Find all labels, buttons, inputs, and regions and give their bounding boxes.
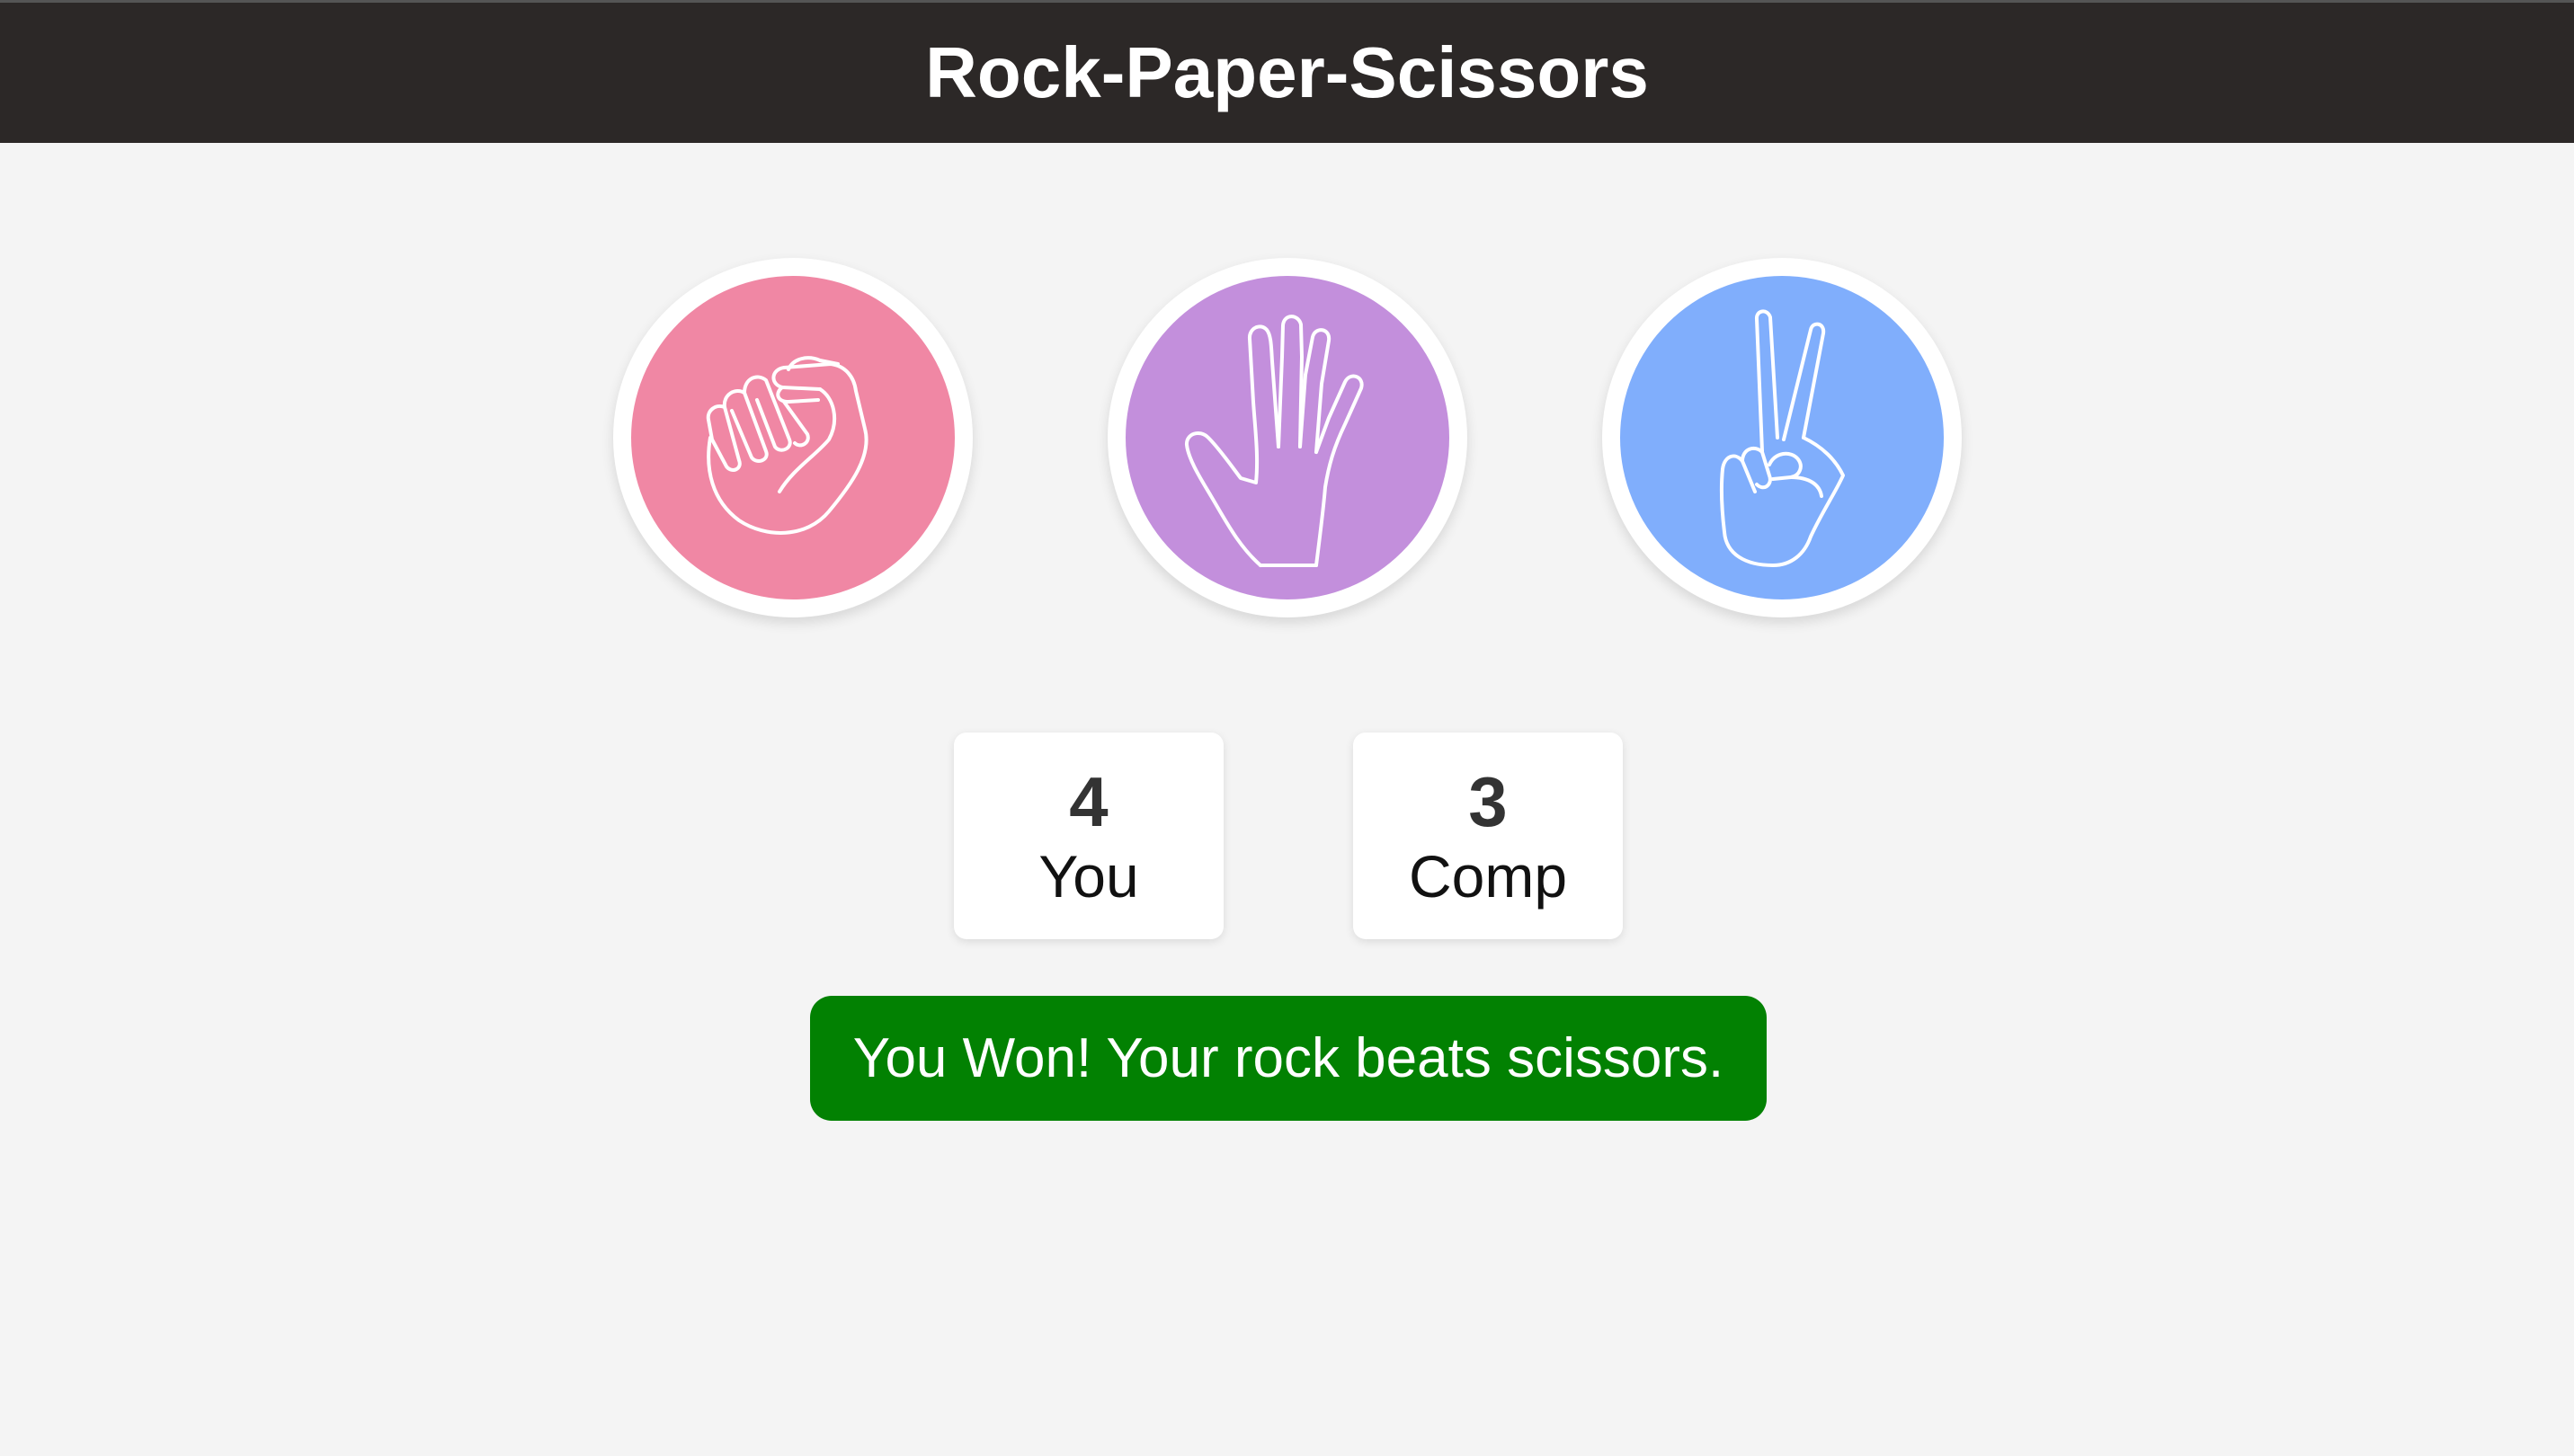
result-message: You Won! Your rock beats scissors. xyxy=(810,996,1767,1121)
peace-hand-icon xyxy=(1719,309,1845,567)
choices-row xyxy=(0,258,2574,617)
comp-score-value: 3 xyxy=(1468,762,1508,841)
page-title: Rock-Paper-Scissors xyxy=(925,32,1649,112)
user-score-card: 4 You xyxy=(954,732,1224,939)
scissors-button[interactable] xyxy=(1602,258,1962,617)
comp-score-label: Comp xyxy=(1408,843,1568,910)
user-score-label: You xyxy=(1038,843,1139,910)
rock-button[interactable] xyxy=(613,258,973,617)
user-score-value: 4 xyxy=(1069,762,1109,841)
fist-icon xyxy=(706,356,868,535)
paper-circle xyxy=(1126,276,1449,599)
paper-button[interactable] xyxy=(1108,258,1467,617)
comp-score-card: 3 Comp xyxy=(1353,732,1623,939)
scissors-circle xyxy=(1620,276,1944,599)
app-header: Rock-Paper-Scissors xyxy=(0,0,2574,143)
open-hand-icon xyxy=(1185,315,1364,567)
rock-circle xyxy=(631,276,955,599)
